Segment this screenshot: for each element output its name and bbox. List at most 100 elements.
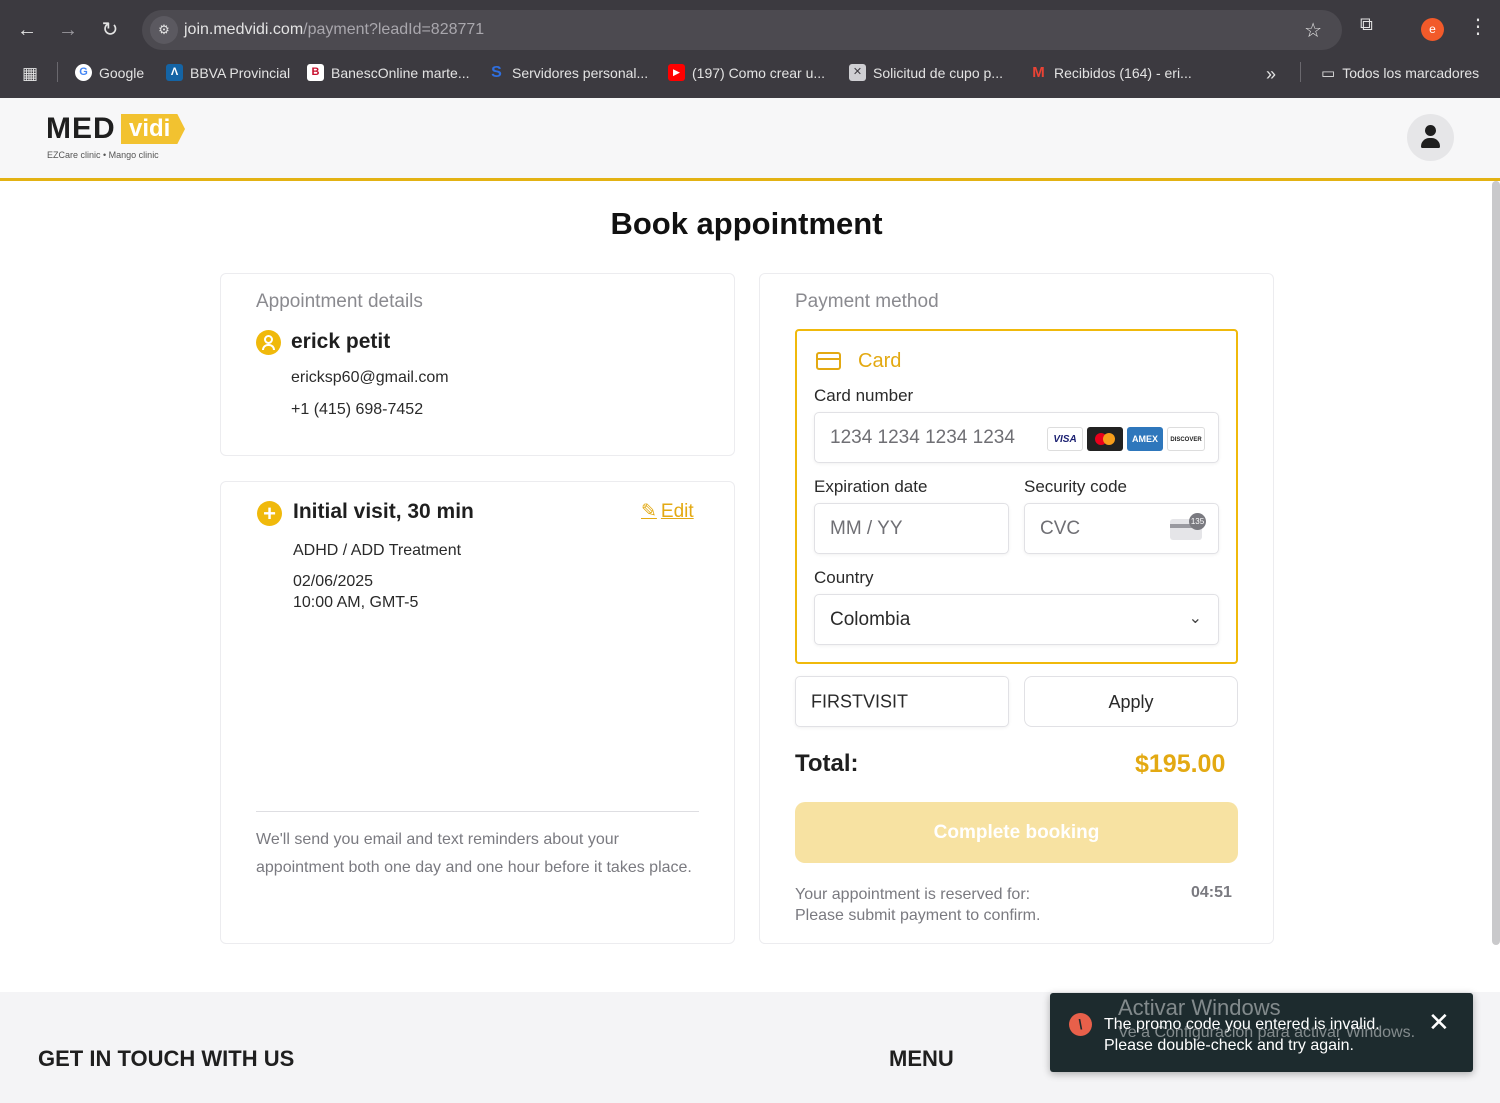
footer-contact-heading: GET IN TOUCH WITH US (38, 1046, 295, 1071)
divider (256, 811, 699, 812)
extensions-icon[interactable]: ⧉ (1360, 14, 1373, 35)
reservation-line2: Please submit payment to confirm. (795, 907, 1041, 924)
expiration-placeholder: MM / YY (830, 517, 903, 539)
apps-grid-icon[interactable]: ▦ (22, 64, 38, 84)
visit-time: 10:00 AM, GMT-5 (293, 594, 419, 611)
country-select[interactable]: Colombia ⌄ (814, 594, 1219, 645)
treatment-name: ADHD / ADD Treatment (293, 542, 462, 559)
expiration-label: Expiration date (814, 477, 928, 496)
forward-icon[interactable]: → (52, 14, 84, 46)
expiration-input[interactable]: MM / YY (814, 503, 1009, 554)
all-bookmarks-label: Todos los marcadores (1342, 65, 1480, 81)
visit-title: Initial visit, 30 min (293, 500, 474, 523)
bookmark-separator (57, 62, 58, 82)
apply-button[interactable]: Apply (1024, 676, 1238, 727)
gmail-icon: M (1032, 64, 1045, 81)
page-title: Book appointment (610, 206, 883, 241)
banesco-icon: B (307, 64, 324, 81)
servidores-icon: S (491, 64, 502, 81)
address-bar[interactable]: ⚙ join.medvidi.com/payment?leadId=828771… (142, 10, 1342, 50)
logo-vidi[interactable]: vidi (121, 114, 185, 144)
bookmark-label: Google (99, 64, 145, 81)
all-bookmarks[interactable]: ▭ Todos los marcadores (1321, 64, 1479, 82)
reminder-text: We'll send you email and text reminders … (256, 831, 692, 876)
patient-name: erick petit (291, 330, 391, 353)
bookmark-banesco[interactable]: B BanescOnline marte... (307, 64, 470, 81)
bookmark-solicitud[interactable]: ✕ Solicitud de cupo p... (849, 64, 1003, 81)
menu-dots-icon[interactable]: ⋮ (1468, 14, 1488, 39)
plus-circle-icon: + (257, 501, 282, 526)
country-label: Country (814, 568, 874, 587)
cvc-card-icon: 135 (1170, 513, 1206, 540)
appointment-section-title: Appointment details (256, 291, 423, 312)
country-value: Colombia (830, 608, 911, 630)
profile-avatar[interactable]: e (1421, 18, 1444, 41)
bookmark-label: Servidores personal... (512, 64, 649, 81)
security-code-input[interactable]: CVC 135 (1024, 503, 1219, 554)
reservation-line1: Your appointment is reserved for: (795, 886, 1031, 903)
bookmark-label: BBVA Provincial (190, 64, 291, 81)
edit-link[interactable]: ✎ Edit (641, 500, 694, 523)
folder-icon: ▭ (1321, 65, 1336, 82)
bookmarks-bar: ▦ G Google Λ BBVA Provincial B BanescOnline… (0, 56, 1500, 90)
edit-label: Edit (660, 500, 694, 522)
security-code-label: Security code (1024, 477, 1127, 496)
bookmark-gmail[interactable]: M Recibidos (164) - eri... (1030, 64, 1192, 81)
mastercard-icon (1087, 427, 1123, 451)
bookmark-youtube[interactable]: ▶ (197) Como crear u... (668, 64, 825, 81)
page-scrollbar[interactable] (1492, 181, 1500, 945)
windows-watermark-title: Activar Windows (1118, 995, 1281, 1020)
close-icon[interactable]: ✕ (1428, 1009, 1450, 1035)
url-host: join.medvidi.com (184, 21, 304, 38)
pencil-icon: ✎ (641, 501, 657, 522)
back-icon[interactable]: ← (11, 14, 43, 46)
header-accent-line (0, 178, 1500, 181)
site-header (0, 98, 1500, 178)
bookmark-label: Solicitud de cupo p... (873, 64, 1003, 81)
bookmark-separator (1300, 62, 1301, 82)
total-label: Total: (795, 750, 859, 777)
solicitud-icon: ✕ (849, 64, 866, 81)
logo-subtitle: EZCare clinic • Mango clinic (47, 150, 159, 160)
total-value: $195.00 (1135, 750, 1226, 778)
visit-date: 02/06/2025 (293, 573, 374, 590)
footer-menu-heading: MENU (889, 1046, 954, 1071)
bookmark-star-icon[interactable]: ☆ (1304, 18, 1322, 43)
payment-section-title: Payment method (795, 291, 939, 312)
youtube-icon: ▶ (668, 64, 685, 81)
logo-med[interactable]: MED (46, 112, 116, 146)
site-info-icon[interactable]: ⚙ (150, 16, 178, 44)
reservation-note: Your appointment is reserved for: Please… (795, 884, 1040, 926)
google-icon: G (75, 64, 92, 81)
bookmark-servidores[interactable]: S Servidores personal... (488, 64, 648, 81)
patient-phone: +1 (415) 698-7452 (291, 401, 424, 418)
cvc-hint: 135 (1189, 513, 1206, 530)
error-icon: \ (1069, 1013, 1092, 1036)
more-bookmarks-icon[interactable]: » (1266, 64, 1276, 85)
bookmark-label: (197) Como crear u... (692, 64, 826, 81)
patient-email: ericksp60@gmail.com (291, 369, 449, 386)
bookmark-google[interactable]: G Google (75, 64, 144, 81)
promo-code-input[interactable]: FIRSTVISIT (795, 676, 1009, 727)
reload-icon[interactable]: ↻ (94, 14, 126, 46)
user-icon (256, 330, 281, 355)
credit-card-icon (816, 352, 841, 370)
card-number-input[interactable]: 1234 1234 1234 1234 VISA AMEX DISCOVER (814, 412, 1219, 463)
card-option-label: Card (858, 350, 902, 372)
bookmark-label: BanescOnline marte... (331, 64, 470, 81)
user-body-icon (1421, 138, 1440, 148)
card-number-placeholder: 1234 1234 1234 1234 (830, 426, 1015, 448)
account-button[interactable] (1407, 114, 1454, 161)
complete-booking-button[interactable]: Complete booking (795, 802, 1238, 863)
amex-icon: AMEX (1127, 427, 1163, 451)
url-path: /payment?leadId=828771 (303, 21, 485, 38)
reservation-timer: 04:51 (1191, 884, 1232, 901)
discover-icon: DISCOVER (1167, 427, 1205, 451)
card-number-label: Card number (814, 386, 914, 405)
chevron-down-icon: ⌄ (1188, 610, 1202, 627)
bookmark-bbva[interactable]: Λ BBVA Provincial (166, 64, 290, 81)
bookmark-label: Recibidos (164) - eri... (1054, 64, 1192, 81)
url-text[interactable]: join.medvidi.com/payment?leadId=828771 (184, 21, 484, 39)
windows-watermark-subtitle: Ve a Configuración para activar Windows. (1118, 1024, 1416, 1041)
user-head-icon (1425, 125, 1436, 136)
